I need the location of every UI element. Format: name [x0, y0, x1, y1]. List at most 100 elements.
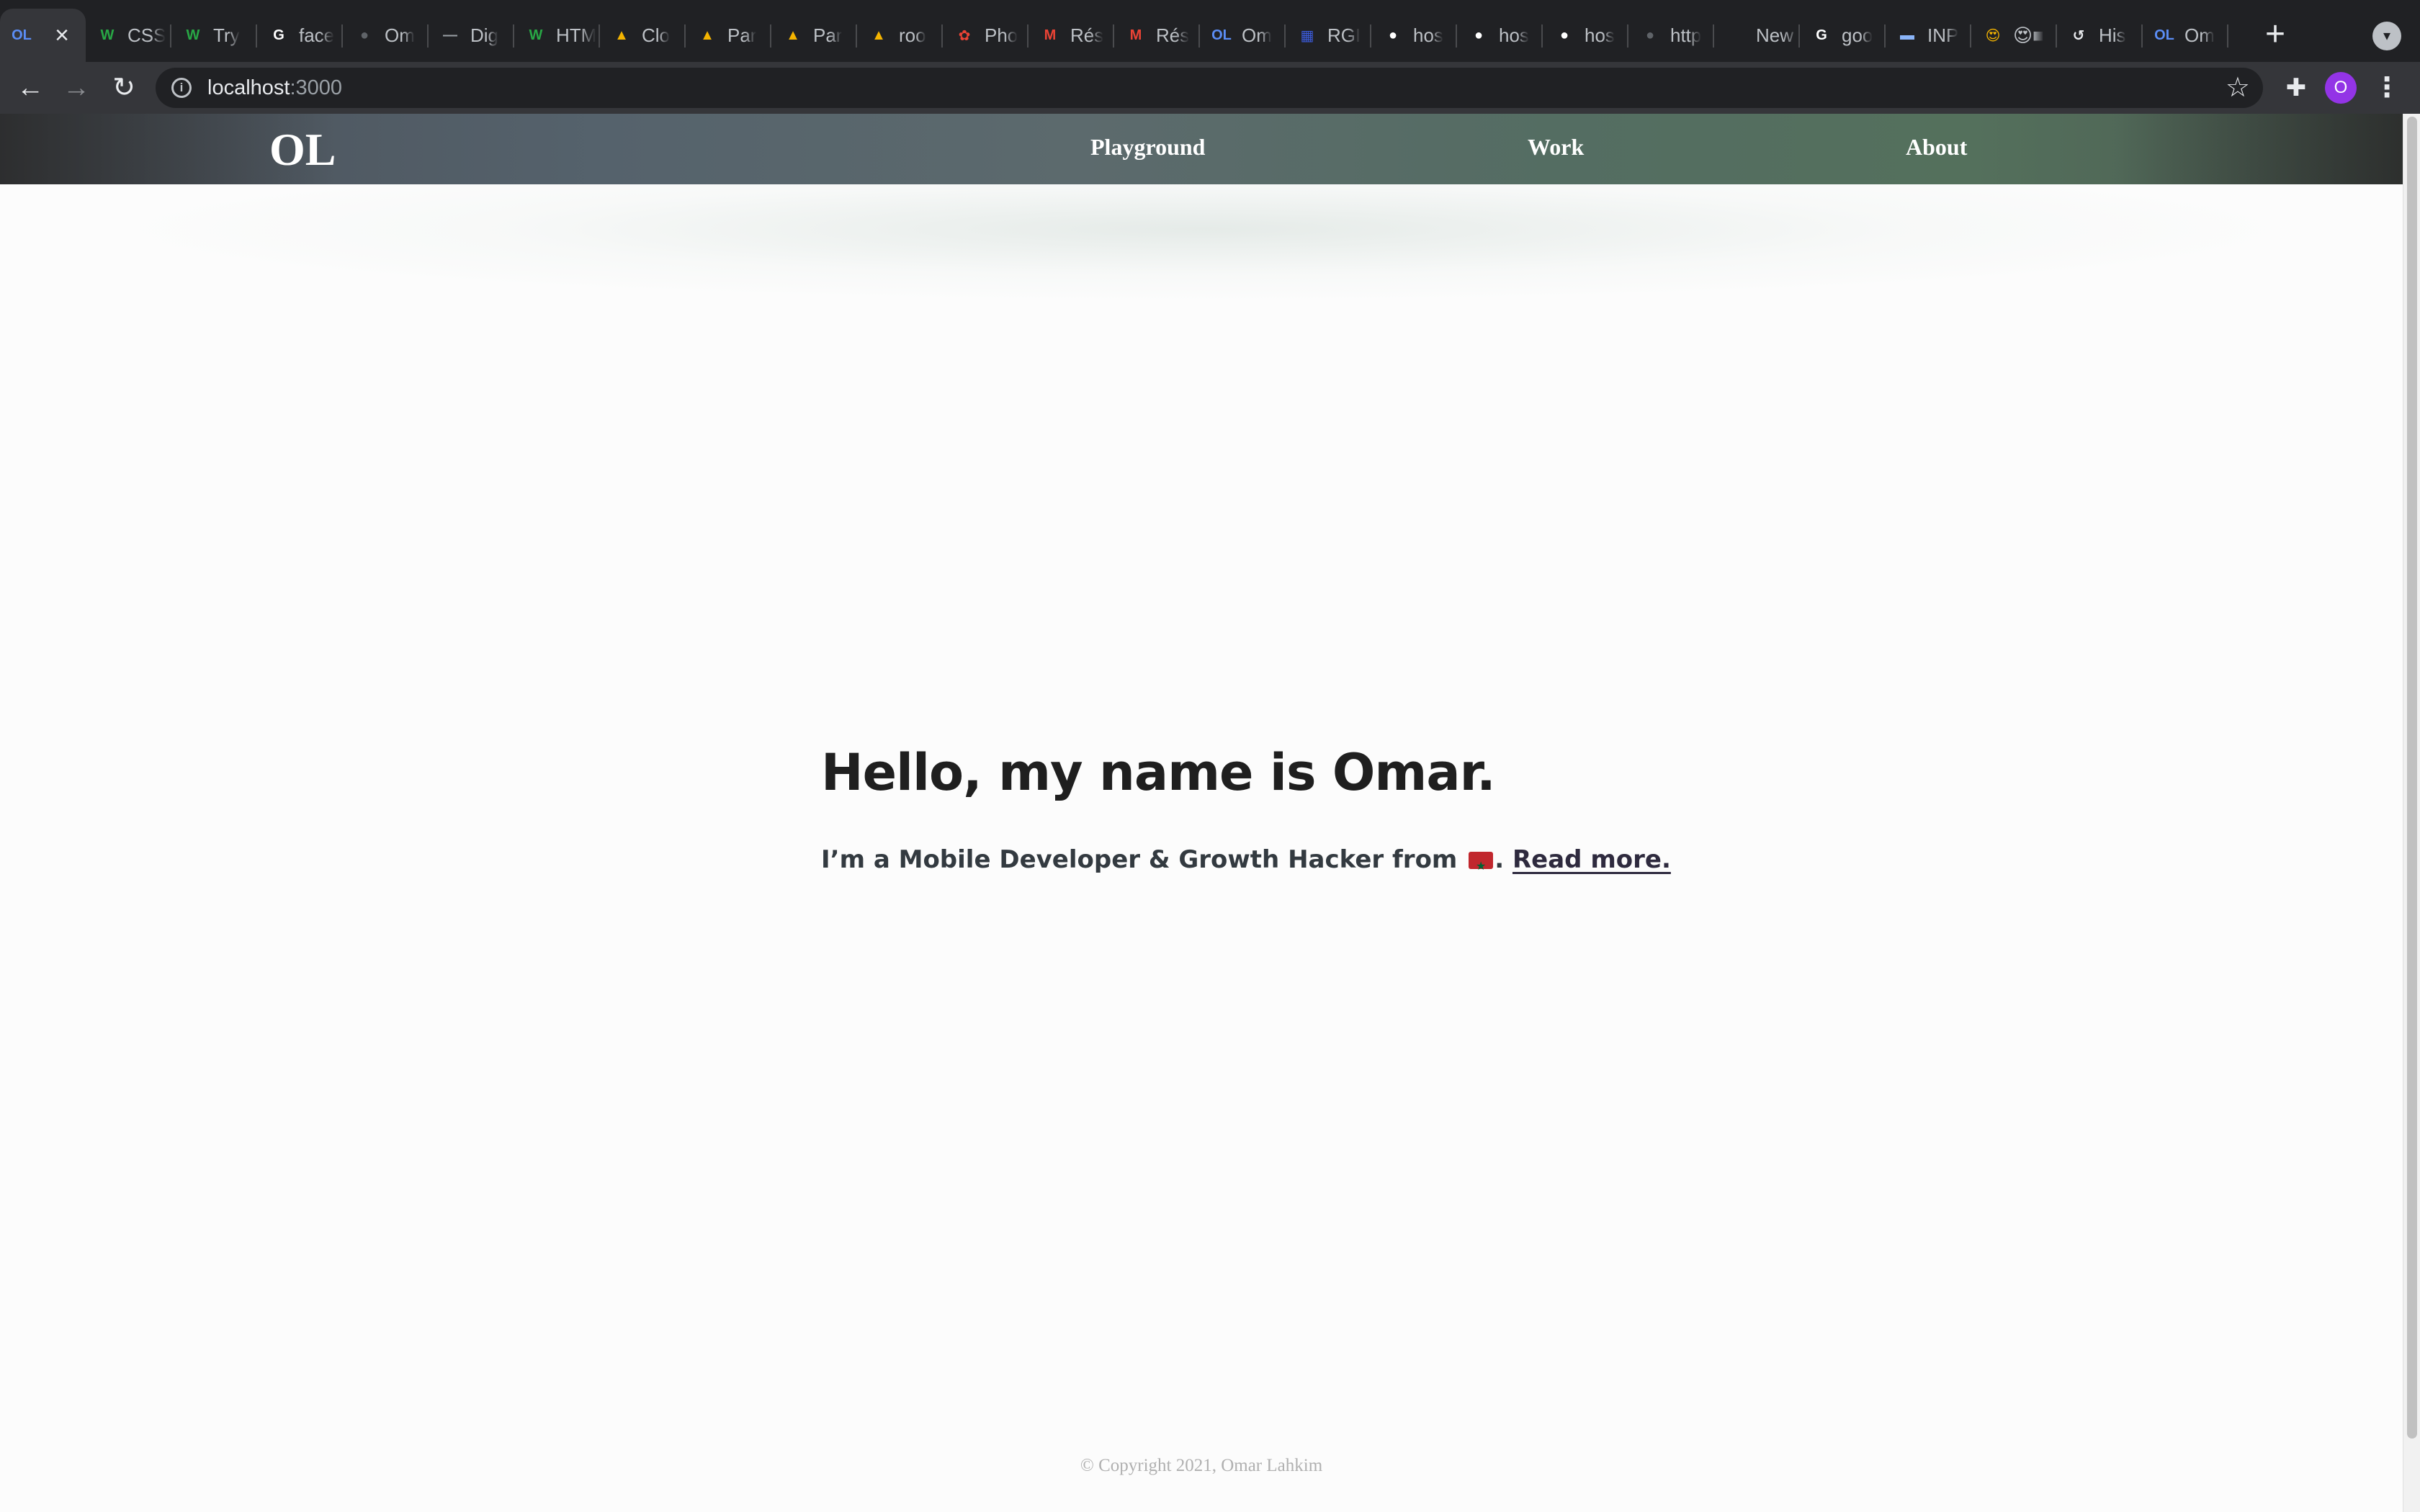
- nav-link-work[interactable]: Work: [1528, 132, 1584, 161]
- tab-title: roo: [899, 24, 926, 46]
- site-info-icon[interactable]: i: [171, 78, 192, 98]
- new-tab-button[interactable]: +: [2259, 17, 2292, 52]
- browser-tab[interactable]: M Rés: [1114, 9, 1200, 62]
- tab-favicon-icon: W: [186, 27, 200, 43]
- hero-title: Hello, my name is Omar.: [821, 743, 1496, 802]
- browser-tab[interactable]: Gface: [257, 9, 343, 62]
- footer-copyright: © Copyright 2021, Omar Lahkim: [1080, 1456, 1323, 1475]
- browser-tab[interactable]: ✿ Pho: [943, 9, 1028, 62]
- hero-subtitle-text: I’m a Mobile Developer & Growth Hacker f…: [821, 845, 1466, 874]
- tab-favicon-icon: ▲: [786, 27, 800, 43]
- tab-favicon-icon: G: [1816, 27, 1827, 43]
- tab-favicon-icon: ●: [1559, 27, 1569, 43]
- browser-tabstrip: OL × W CSS W Try Gface ● Om — Dig W HTM ▲ Clo ▲ Par ▲ Par ▲…: [0, 0, 2420, 62]
- browser-tab[interactable]: ▲ Clo: [600, 9, 686, 62]
- browser-tab[interactable]: ● Om: [343, 9, 429, 62]
- tab-title: http: [1670, 24, 1702, 46]
- tab-title: hos: [1585, 24, 1615, 46]
- tab-title: RGI: [1327, 24, 1361, 46]
- tab-favicon-icon: W: [100, 27, 115, 43]
- browser-tab[interactable]: ● http: [1628, 9, 1714, 62]
- tab-title: New Ta: [1756, 24, 1800, 46]
- browser-menu-icon[interactable]: ⋮: [2371, 72, 2403, 104]
- bookmark-star-icon[interactable]: ☆: [2226, 72, 2250, 104]
- tab-title: Try: [213, 24, 240, 46]
- browser-tab[interactable]: ▲ Par: [771, 9, 857, 62]
- tab-favicon-icon: ▦: [1300, 27, 1314, 44]
- tab-favicon-icon: ●: [1474, 27, 1484, 43]
- browser-tab[interactable]: — Dig: [429, 9, 514, 62]
- tab-favicon-icon: OL: [12, 27, 32, 43]
- read-more-link[interactable]: Read more.: [1512, 845, 1671, 874]
- browser-tab[interactable]: W CSS: [86, 9, 171, 62]
- browser-tab[interactable]: ▲ roo: [857, 9, 943, 62]
- tab-title: face: [299, 24, 335, 46]
- tab-favicon-icon: 😍: [1985, 27, 2001, 44]
- tab-favicon-icon: ✿: [958, 27, 971, 44]
- tab-title: 😍■: [2013, 24, 2044, 46]
- tab-close-icon[interactable]: ×: [50, 23, 74, 48]
- tab-favicon-icon: ↺: [2072, 27, 2085, 44]
- tab-favicon-icon: [1724, 24, 1747, 47]
- tab-title: Par: [727, 24, 757, 46]
- tab-title: Om: [2184, 24, 2215, 46]
- browser-tab[interactable]: Ggoo: [1800, 9, 1886, 62]
- tab-favicon-icon: ▲: [871, 27, 886, 43]
- tab-favicon-icon: —: [443, 27, 457, 43]
- browser-tab[interactable]: 😍 😍■: [1971, 9, 2057, 62]
- tab-favicon-icon: M: [1044, 27, 1057, 43]
- tab-title: Rés: [1156, 24, 1190, 46]
- forward-button[interactable]: →: [60, 72, 92, 104]
- browser-tab[interactable]: W HTM: [514, 9, 600, 62]
- hero-subtitle-punct: .: [1494, 845, 1512, 874]
- browser-tab[interactable]: OL Om: [1200, 9, 1286, 62]
- browser-tab[interactable]: W Try: [171, 9, 257, 62]
- page-viewport: OL Playground Work About Hello, my name …: [0, 114, 2403, 1512]
- reload-button[interactable]: ↻: [108, 72, 140, 104]
- url-host: localhost: [207, 76, 290, 99]
- tab-title: Dig: [470, 24, 499, 46]
- browser-tab[interactable]: ▬ INP: [1886, 9, 1971, 62]
- tab-favicon-icon: ▲: [614, 27, 629, 43]
- tab-favicon-icon: ▬: [1900, 27, 1914, 43]
- site-logo[interactable]: OL: [269, 122, 336, 177]
- nav-link-about[interactable]: About: [1906, 132, 1967, 161]
- tab-favicon-icon: OL: [2154, 27, 2174, 43]
- tab-favicon-icon: ●: [1645, 27, 1655, 43]
- browser-tab[interactable]: ▲ Par: [686, 9, 771, 62]
- tab-title: His: [2099, 24, 2126, 46]
- tab-favicon-icon: G: [273, 27, 284, 43]
- back-button[interactable]: ←: [14, 72, 46, 104]
- extensions-puzzle-icon[interactable]: ✚: [2280, 72, 2312, 104]
- url-port: :3000: [290, 76, 343, 99]
- tab-favicon-icon: ●: [1388, 27, 1398, 43]
- browser-tab[interactable]: ▦ RGI: [1286, 9, 1371, 62]
- morocco-flag-icon: [1469, 849, 1494, 883]
- tab-favicon-icon: OL: [1211, 27, 1232, 43]
- page-scrollbar[interactable]: [2403, 114, 2420, 1512]
- browser-toolbar: ← → ↻ i localhost:3000 ☆ ✚ O ⋮: [0, 62, 2420, 114]
- browser-tab[interactable]: ● hos: [1457, 9, 1543, 62]
- browser-tab[interactable]: New Ta: [1714, 9, 1800, 62]
- tab-title: Om: [385, 24, 415, 46]
- browser-tab[interactable]: M Rés: [1028, 9, 1114, 62]
- tab-title: goo: [1842, 24, 1873, 46]
- tab-title: Om: [1242, 24, 1272, 46]
- tab-active[interactable]: OL ×: [0, 9, 86, 62]
- profile-avatar[interactable]: O: [2325, 72, 2357, 104]
- browser-tab[interactable]: ● hos: [1371, 9, 1457, 62]
- site-header: OL Playground Work About: [0, 114, 2403, 184]
- tab-search-icon[interactable]: ▾: [2372, 22, 2401, 50]
- nav-link-playground[interactable]: Playground: [1090, 132, 1205, 161]
- tab-favicon-icon: W: [529, 27, 543, 43]
- tab-title: Rés: [1070, 24, 1104, 46]
- tab-title: Pho: [985, 24, 1018, 46]
- tab-title: hos: [1413, 24, 1443, 46]
- browser-tab[interactable]: ● hos: [1543, 9, 1628, 62]
- tab-title: hos: [1499, 24, 1529, 46]
- scrollbar-thumb[interactable]: [2407, 117, 2417, 1439]
- browser-tab[interactable]: ↺ His: [2057, 9, 2143, 62]
- address-bar[interactable]: i localhost:3000 ☆: [156, 68, 2263, 108]
- tab-title: CSS: [127, 24, 166, 46]
- browser-tab[interactable]: OL Om: [2143, 9, 2228, 62]
